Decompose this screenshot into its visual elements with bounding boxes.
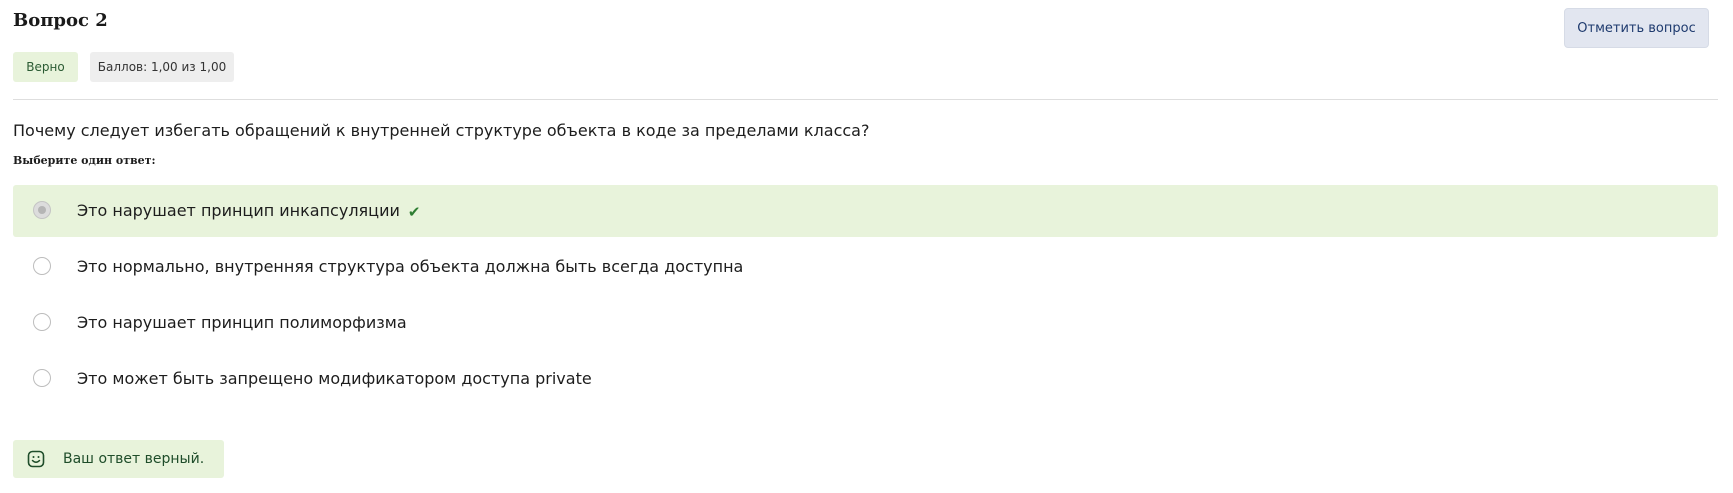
smile-icon <box>27 450 45 468</box>
answer-list: Это нарушает принцип инкапсуляции ✔ Это н… <box>13 185 1718 409</box>
divider <box>13 99 1718 100</box>
radio-button[interactable] <box>33 369 51 387</box>
radio-button[interactable] <box>33 201 51 219</box>
answer-label: Это нарушает принцип инкапсуляции <box>77 201 400 220</box>
question-title: Вопрос 2 <box>13 10 108 31</box>
status-badge: Верно <box>13 52 78 82</box>
question-text: Почему следует избегать обращений к внут… <box>13 121 870 140</box>
answer-label: Это нарушает принцип полиморфизма <box>77 313 407 332</box>
radio-button[interactable] <box>33 313 51 331</box>
answer-option-2[interactable]: Это нормально, внутренняя структура объе… <box>13 241 1718 293</box>
answer-prompt: Выберите один ответ: <box>13 154 156 167</box>
answer-option-1[interactable]: Это нарушает принцип инкапсуляции ✔ <box>13 185 1718 237</box>
score-badge: Баллов: 1,00 из 1,00 <box>90 52 234 82</box>
check-icon: ✔ <box>407 202 421 221</box>
answer-option-3[interactable]: Это нарушает принцип полиморфизма <box>13 297 1718 349</box>
radio-button[interactable] <box>33 257 51 275</box>
flag-question-button[interactable]: Отметить вопрос <box>1564 8 1709 48</box>
feedback-box: Ваш ответ верный. <box>13 440 224 478</box>
feedback-text: Ваш ответ верный. <box>63 451 205 467</box>
answer-option-4[interactable]: Это может быть запрещено модификатором д… <box>13 353 1718 405</box>
answer-label: Это нормально, внутренняя структура объе… <box>77 257 744 276</box>
answer-label: Это может быть запрещено модификатором д… <box>77 369 592 388</box>
